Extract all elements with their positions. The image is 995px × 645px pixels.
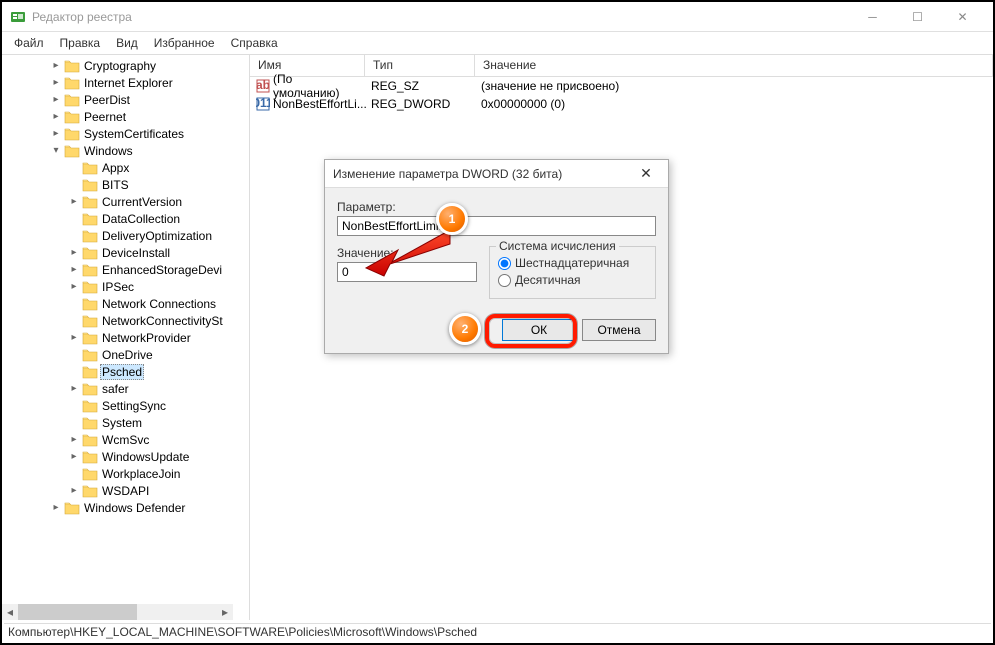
close-button[interactable]: ✕: [940, 3, 985, 31]
tree-item[interactable]: WorkplaceJoin: [2, 465, 249, 482]
annotation-ring: [485, 314, 577, 348]
menu-view[interactable]: Вид: [110, 34, 144, 52]
tree-item[interactable]: DataCollection: [2, 210, 249, 227]
menu-favorites[interactable]: Избранное: [148, 34, 221, 52]
tree-item[interactable]: ▸IPSec: [2, 278, 249, 295]
tree-item[interactable]: Appx: [2, 159, 249, 176]
tree-item[interactable]: BITS: [2, 176, 249, 193]
radio-hex-input[interactable]: [498, 257, 511, 270]
tree-item[interactable]: NetworkConnectivitySt: [2, 312, 249, 329]
tree-item[interactable]: ▸safer: [2, 380, 249, 397]
tree-item[interactable]: ▾Windows: [2, 142, 249, 159]
tree-item[interactable]: ▸Windows Defender: [2, 499, 249, 516]
menubar: Файл Правка Вид Избранное Справка: [2, 32, 993, 54]
values-list[interactable]: ab(По умолчанию)REG_SZ(значение не присв…: [250, 77, 993, 113]
radio-dec[interactable]: Десятичная: [498, 273, 647, 287]
titlebar: Редактор реестра ─ ☐ ✕: [2, 2, 993, 32]
tree-item[interactable]: ▸NetworkProvider: [2, 329, 249, 346]
tree-item[interactable]: ▸WcmSvc: [2, 431, 249, 448]
svg-text:011: 011: [256, 97, 270, 110]
scroll-left-arrow[interactable]: ◂: [2, 604, 18, 620]
minimize-button[interactable]: ─: [850, 3, 895, 31]
registry-tree[interactable]: ▸Cryptography▸Internet Explorer▸PeerDist…: [2, 55, 249, 603]
dialog-title-text: Изменение параметра DWORD (32 бита): [333, 167, 632, 181]
cancel-button[interactable]: Отмена: [582, 319, 656, 341]
base-groupbox: Система исчисления Шестнадцатеричная Дес…: [489, 246, 656, 299]
tree-item[interactable]: Network Connections: [2, 295, 249, 312]
menu-edit[interactable]: Правка: [54, 34, 107, 52]
statusbar: Компьютер\HKEY_LOCAL_MACHINE\SOFTWARE\Po…: [4, 623, 991, 641]
tree-item[interactable]: ▸CurrentVersion: [2, 193, 249, 210]
tree-item[interactable]: OneDrive: [2, 346, 249, 363]
tree-item[interactable]: ▸PeerDist: [2, 91, 249, 108]
tree-item[interactable]: ▸EnhancedStorageDevi: [2, 261, 249, 278]
tree-item[interactable]: ▸Internet Explorer: [2, 74, 249, 91]
dialog-close-button[interactable]: ✕: [632, 165, 660, 182]
radio-hex[interactable]: Шестнадцатеричная: [498, 256, 647, 270]
dialog-titlebar: Изменение параметра DWORD (32 бита) ✕: [325, 160, 668, 188]
app-icon: [10, 9, 26, 25]
tree-panel: ▸Cryptography▸Internet Explorer▸PeerDist…: [2, 55, 250, 620]
col-value[interactable]: Значение: [475, 55, 993, 76]
tree-item[interactable]: ▸WSDAPI: [2, 482, 249, 499]
tree-item[interactable]: DeliveryOptimization: [2, 227, 249, 244]
scroll-thumb[interactable]: [18, 604, 137, 620]
menu-file[interactable]: Файл: [8, 34, 50, 52]
scroll-right-arrow[interactable]: ▸: [217, 604, 233, 620]
tree-item[interactable]: ▸Cryptography: [2, 57, 249, 74]
horizontal-scrollbar[interactable]: ◂ ▸: [2, 604, 233, 620]
base-group-title: Система исчисления: [496, 239, 619, 253]
param-label: Параметр:: [337, 200, 656, 214]
tree-item[interactable]: Psched: [2, 363, 249, 380]
svg-text:ab: ab: [256, 79, 270, 92]
menu-help[interactable]: Справка: [225, 34, 284, 52]
col-type[interactable]: Тип: [365, 55, 475, 76]
radio-dec-input[interactable]: [498, 274, 511, 287]
tree-item[interactable]: ▸Peernet: [2, 108, 249, 125]
tree-item[interactable]: SettingSync: [2, 397, 249, 414]
tree-item[interactable]: ▸SystemCertificates: [2, 125, 249, 142]
value-row[interactable]: ab(По умолчанию)REG_SZ(значение не присв…: [250, 77, 993, 95]
annotation-badge-2: 2: [449, 313, 481, 345]
tree-item[interactable]: ▸WindowsUpdate: [2, 448, 249, 465]
tree-item[interactable]: System: [2, 414, 249, 431]
annotation-arrow: [362, 224, 452, 279]
maximize-button[interactable]: ☐: [895, 3, 940, 31]
value-row[interactable]: 011NonBestEffortLi...REG_DWORD0x00000000…: [250, 95, 993, 113]
annotation-badge-1: 1: [436, 203, 468, 235]
tree-item[interactable]: ▸DeviceInstall: [2, 244, 249, 261]
window-controls: ─ ☐ ✕: [850, 3, 985, 31]
window-title: Редактор реестра: [32, 10, 850, 24]
